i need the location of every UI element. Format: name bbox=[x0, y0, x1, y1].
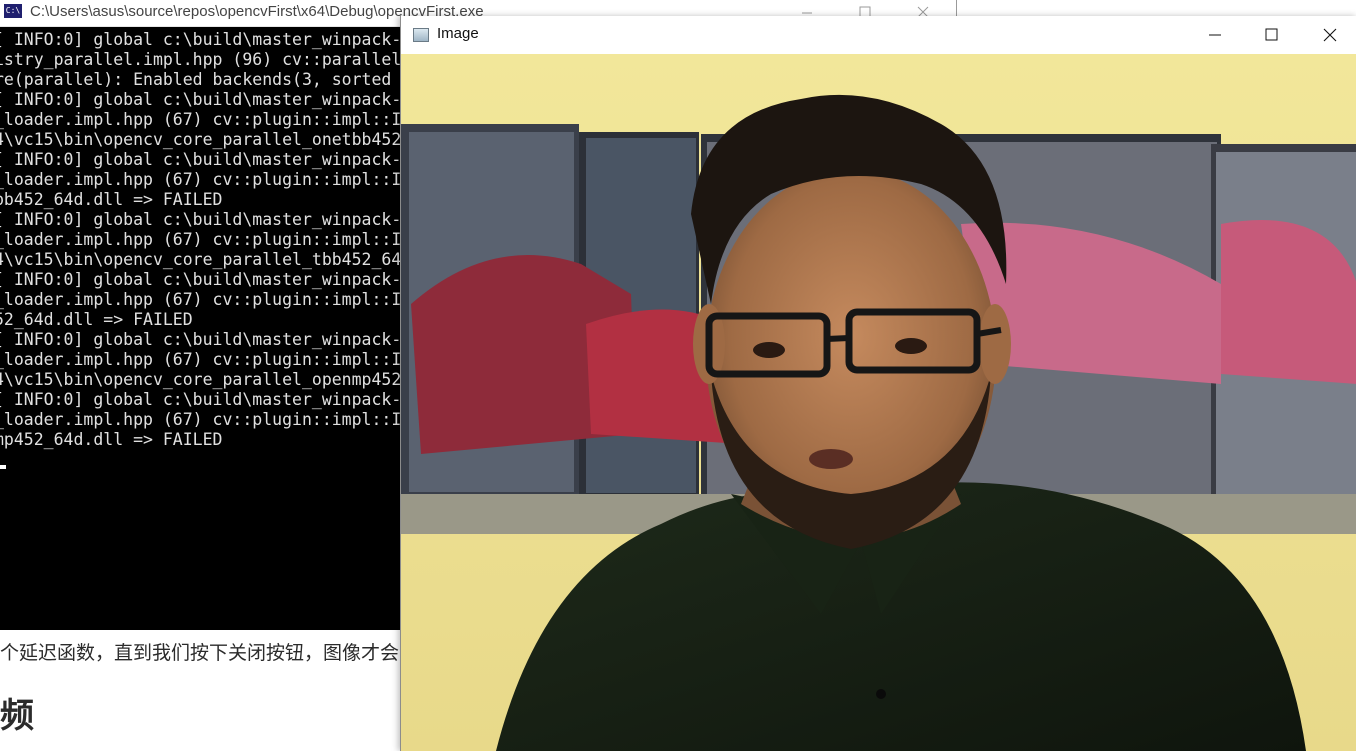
minimize-button[interactable] bbox=[1187, 16, 1243, 54]
close-button[interactable] bbox=[1301, 16, 1356, 54]
image-display bbox=[401, 54, 1356, 751]
document-text-line: 个延迟函数，直到我们按下关闭按钮，图像才会 bbox=[0, 642, 400, 664]
console-line: [ INFO:0] global c:\build\master_winpack… bbox=[0, 30, 402, 49]
console-line: _loader.impl.hpp (67) cv::plugin::impl::… bbox=[0, 110, 402, 129]
maximize-icon bbox=[1265, 28, 1278, 41]
console-line: [ INFO:0] global c:\build\master_winpack… bbox=[0, 270, 402, 289]
console-line: [ INFO:0] global c:\build\master_winpack… bbox=[0, 90, 402, 109]
image-window-titlebar[interactable]: Image bbox=[401, 16, 1356, 54]
image-window-icon bbox=[413, 28, 429, 42]
console-line: 4\vc15\bin\opencv_core_parallel_tbb452_6… bbox=[0, 250, 402, 269]
image-window[interactable]: Image bbox=[400, 16, 1356, 751]
console-cursor bbox=[0, 465, 6, 469]
console-app-icon: C:\ bbox=[4, 4, 22, 18]
console-line: bb452_64d.dll => FAILED bbox=[0, 190, 223, 209]
console-line: [ INFO:0] global c:\build\master_winpack… bbox=[0, 150, 402, 169]
console-line: _loader.impl.hpp (67) cv::plugin::impl::… bbox=[0, 230, 402, 249]
minimize-icon bbox=[1209, 34, 1221, 36]
image-window-title: Image bbox=[437, 25, 479, 42]
console-line: [ INFO:0] global c:\build\master_winpack… bbox=[0, 390, 402, 409]
console-line: [ INFO:0] global c:\build\master_winpack… bbox=[0, 330, 402, 349]
document-heading: 频 bbox=[0, 696, 34, 736]
console-line: re(parallel): Enabled backends(3, sorted bbox=[0, 70, 402, 89]
console-line: [ INFO:0] global c:\build\master_winpack… bbox=[0, 210, 402, 229]
console-line: _loader.impl.hpp (67) cv::plugin::impl::… bbox=[0, 410, 402, 429]
close-icon bbox=[1323, 28, 1337, 42]
console-line: 4\vc15\bin\opencv_core_parallel_openmp45… bbox=[0, 370, 402, 389]
console-line: mp452_64d.dll => FAILED bbox=[0, 430, 223, 449]
console-line: _loader.impl.hpp (67) cv::plugin::impl::… bbox=[0, 170, 402, 189]
displayed-video-frame bbox=[401, 54, 1356, 751]
console-line: 4\vc15\bin\opencv_core_parallel_onetbb45… bbox=[0, 130, 402, 149]
console-line: istry_parallel.impl.hpp (96) cv::paralle… bbox=[0, 50, 402, 69]
maximize-button[interactable] bbox=[1243, 16, 1299, 54]
console-line: 52_64d.dll => FAILED bbox=[0, 310, 193, 329]
console-line: _loader.impl.hpp (67) cv::plugin::impl::… bbox=[0, 350, 402, 369]
console-line: _loader.impl.hpp (67) cv::plugin::impl::… bbox=[0, 290, 402, 309]
